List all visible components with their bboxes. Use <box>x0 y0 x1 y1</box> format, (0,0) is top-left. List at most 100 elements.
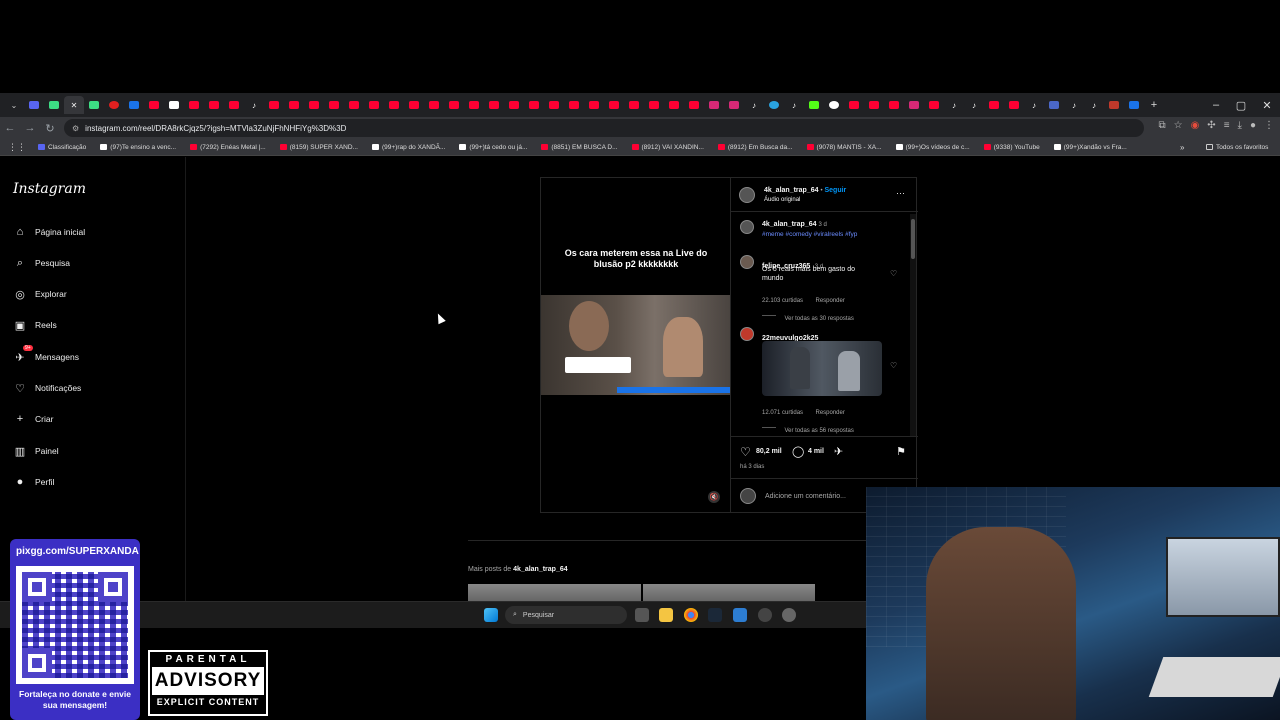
back-icon[interactable]: ← <box>0 122 20 134</box>
youtube-tab[interactable] <box>524 96 544 114</box>
browser-tab[interactable] <box>104 96 124 114</box>
bookmark-item[interactable]: (97)Te ensino a venc... <box>100 144 176 151</box>
bookmark-item[interactable]: (8159) SUPER XAND... <box>279 144 358 151</box>
site-info-icon[interactable]: ⚙ <box>72 124 79 133</box>
new-tab-button[interactable]: + <box>1144 96 1164 114</box>
apps-grid-icon[interactable]: ⋮⋮ <box>8 142 26 153</box>
comment-avatar[interactable] <box>740 327 754 341</box>
youtube-tab[interactable] <box>864 96 884 114</box>
comment-icon[interactable]: ◯ <box>792 445 804 458</box>
nav-notifications[interactable]: ♡ Notificações <box>13 381 81 395</box>
maximize-icon[interactable]: ▢ <box>1228 93 1254 117</box>
windows-start-icon[interactable] <box>484 608 498 622</box>
comment-gif[interactable] <box>762 341 882 396</box>
more-options-icon[interactable]: ··· <box>896 188 905 198</box>
all-favorites-folder[interactable]: Todos os favoritos <box>1206 144 1268 151</box>
youtube-tab[interactable] <box>364 96 384 114</box>
youtube-tab[interactable] <box>464 96 484 114</box>
youtube-tab[interactable] <box>304 96 324 114</box>
menu-icon[interactable]: ⋮ <box>1264 120 1274 131</box>
tiktok-tab[interactable]: ♪ <box>244 96 264 114</box>
youtube-tab[interactable] <box>404 96 424 114</box>
close-icon[interactable]: ✕ <box>64 96 84 114</box>
comment-like-icon[interactable]: ♡ <box>890 361 897 370</box>
like-count[interactable]: 80,2 mil <box>756 448 782 455</box>
bookmark-star-icon[interactable]: ☆ <box>1174 120 1183 131</box>
youtube-tab[interactable] <box>224 96 244 114</box>
view-replies[interactable]: Ver todas as 30 respostas <box>762 307 854 325</box>
browser-tab[interactable] <box>44 96 64 114</box>
comment-likes[interactable]: 22.103 curtidas <box>762 298 803 304</box>
browser-tab[interactable] <box>1124 96 1144 114</box>
bookmark-item[interactable]: (9338) YouTube <box>983 144 1040 151</box>
bookmark-item[interactable]: (7292) Enéas Metal |... <box>190 144 266 151</box>
more-posts-username[interactable]: 4k_alan_trap_64 <box>513 566 567 573</box>
tiktok-tab[interactable]: ♪ <box>964 96 984 114</box>
bookmark-item[interactable]: (8912) VAI XANDIN... <box>631 144 704 151</box>
tiktok-tab[interactable]: ♪ <box>944 96 964 114</box>
install-app-icon[interactable]: ⧉ <box>1158 120 1165 131</box>
youtube-tab[interactable] <box>344 96 364 114</box>
browser-tab[interactable] <box>1104 96 1124 114</box>
youtube-tab[interactable] <box>424 96 444 114</box>
nav-create[interactable]: + Criar <box>13 412 54 426</box>
browser-tab[interactable] <box>164 96 184 114</box>
bookmark-item[interactable]: (99+)Os vídeos de c... <box>895 144 970 151</box>
nav-home[interactable]: ⌂ Página inicial <box>13 225 85 239</box>
reply-button[interactable]: Responder <box>815 298 844 304</box>
extensions-puzzle-icon[interactable]: ✣ <box>1207 120 1215 131</box>
nav-reels[interactable]: ▣ Reels <box>13 318 57 332</box>
browser-tab[interactable] <box>24 96 44 114</box>
youtube-tab[interactable] <box>664 96 684 114</box>
youtube-tab[interactable] <box>644 96 664 114</box>
nav-explore[interactable]: ◎ Explorar <box>13 287 66 301</box>
taskbar-search[interactable]: ⌕ Pesquisar <box>505 606 627 624</box>
youtube-tab[interactable] <box>604 96 624 114</box>
file-explorer-icon[interactable] <box>659 608 673 622</box>
kick-tab[interactable] <box>804 96 824 114</box>
youtube-tab[interactable] <box>1004 96 1024 114</box>
youtube-tab[interactable] <box>684 96 704 114</box>
app-icon[interactable] <box>733 608 747 622</box>
post-thumbnail[interactable] <box>642 584 815 601</box>
instagram-tab[interactable] <box>724 96 744 114</box>
browser-tab[interactable] <box>144 96 164 114</box>
settings-icon[interactable] <box>782 608 796 622</box>
youtube-tab[interactable] <box>844 96 864 114</box>
view-replies[interactable]: Ver todas as 56 respostas <box>762 419 854 437</box>
reel-video[interactable]: Os cara meterem essa na Live do blusão p… <box>541 178 730 512</box>
telegram-tab[interactable] <box>764 96 784 114</box>
youtube-tab[interactable] <box>284 96 304 114</box>
nav-dashboard[interactable]: ▥ Painel <box>13 444 59 458</box>
save-icon[interactable]: ⚑ <box>896 445 906 458</box>
tiktok-tab[interactable]: ♪ <box>744 96 764 114</box>
close-window-icon[interactable]: ✕ <box>1254 93 1280 117</box>
youtube-tab[interactable] <box>444 96 464 114</box>
youtube-tab[interactable] <box>484 96 504 114</box>
youtube-tab[interactable] <box>324 96 344 114</box>
youtube-tab[interactable] <box>184 96 204 114</box>
like-icon[interactable]: ♡ <box>740 445 751 459</box>
bookmark-item[interactable]: (9078) MANTIS - XA... <box>806 144 882 151</box>
nav-search[interactable]: ⌕ Pesquisa <box>13 256 70 270</box>
youtube-tab[interactable] <box>984 96 1004 114</box>
audio-label[interactable]: Áudio original <box>764 197 800 203</box>
youtube-tab[interactable] <box>384 96 404 114</box>
scrollbar-thumb[interactable] <box>911 219 915 259</box>
browser-tab[interactable] <box>84 96 104 114</box>
caption-avatar[interactable] <box>740 220 754 234</box>
youtube-tab[interactable] <box>924 96 944 114</box>
steam-icon[interactable] <box>708 608 722 622</box>
youtube-tab[interactable] <box>564 96 584 114</box>
tiktok-tab[interactable]: ♪ <box>784 96 804 114</box>
youtube-tab[interactable] <box>544 96 564 114</box>
youtube-tab[interactable] <box>264 96 284 114</box>
instagram-logo[interactable]: Instagram <box>13 181 86 197</box>
bookmark-item[interactable]: (8912) Em Busca da... <box>717 144 793 151</box>
add-comment-input[interactable]: Adicione um comentário... <box>765 493 846 500</box>
tiktok-tab[interactable]: ♪ <box>1024 96 1044 114</box>
tiktok-tab[interactable]: ♪ <box>1064 96 1084 114</box>
forward-icon[interactable]: → <box>20 122 40 134</box>
reply-button[interactable]: Responder <box>815 410 844 416</box>
url-input[interactable]: ⚙ instagram.com/reel/DRA8rkCjqz5/?igsh=M… <box>64 119 1144 137</box>
